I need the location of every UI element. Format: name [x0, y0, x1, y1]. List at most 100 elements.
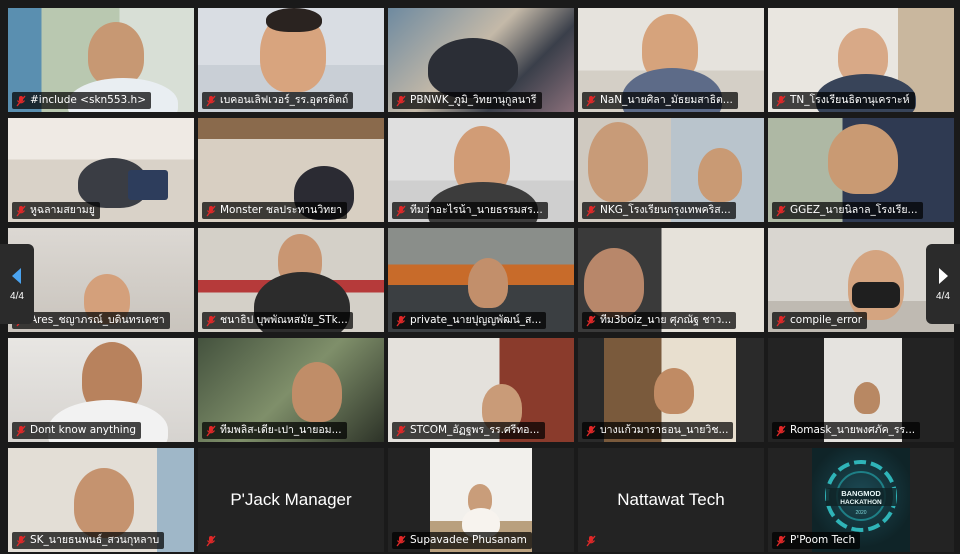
svg-text:2020: 2020 — [855, 510, 866, 516]
participant-name-tag: Monster ชลประทานวิทยา — [202, 202, 348, 219]
muted-mic-icon — [396, 315, 406, 326]
muted-mic-icon — [776, 315, 786, 326]
muted-mic-icon — [16, 205, 26, 216]
participant-name-tag: ทีมพลิส-เดีย-เปา_นายอม... — [202, 422, 347, 439]
muted-mic-icon — [586, 535, 596, 546]
participant-name-tag: หูฉลามสยามยู — [12, 202, 100, 219]
participant-tile[interactable]: BANGMOD HACKATHON 2020 P'Poom Tech — [768, 448, 954, 552]
muted-mic-icon — [16, 425, 26, 436]
participant-name-tag: compile_error — [772, 312, 868, 329]
laptop — [128, 170, 168, 200]
participant-face — [584, 248, 644, 318]
participant-tile[interactable]: Dont know anything — [8, 338, 194, 442]
participant-tile[interactable]: Monster ชลประทานวิทยา — [198, 118, 384, 222]
participant-tile[interactable]: P'Jack Manager — [198, 448, 384, 552]
participant-name: Ares_ชญาภรณ์_บดินทรเดชา — [30, 314, 165, 326]
participant-name: Monster ชลประทานวิทยา — [220, 204, 343, 216]
muted-mic-icon — [206, 205, 216, 216]
participant-name-tag: NaN_นายศิลา_มัธยมสาธิต... — [582, 92, 738, 109]
muted-mic-icon — [396, 425, 406, 436]
participant-name: PBNWK_ภูมิ_วิทยานุกูลนารี — [410, 94, 537, 106]
participant-name: Romask_นายพงศภัค_รร... — [790, 424, 916, 436]
participant-tile[interactable]: หูฉลามสยามยู — [8, 118, 194, 222]
participant-tile[interactable]: ทีมว่าอะไรน้า_นายธรรมสร... — [388, 118, 574, 222]
participant-name-tag: STCOM_อัฏฐพร_รร.ศรีทอ... — [392, 422, 545, 439]
participant-name-tag: private_นายปุญญพัฒน์_ส... — [392, 312, 547, 329]
participant-name-tag: PBNWK_ภูมิ_วิทยานุกูลนารี — [392, 92, 542, 109]
participant-tile[interactable]: ทีม3boiz_นาย ศุภณัฐ ชาว... — [578, 228, 764, 332]
muted-mic-icon — [396, 535, 406, 546]
participant-tile[interactable]: private_นายปุญญพัฒน์_ส... — [388, 228, 574, 332]
participant-face — [654, 368, 694, 414]
page-indicator: 4/4 — [10, 290, 24, 302]
participant-display-name: P'Jack Manager — [230, 490, 352, 509]
participant-tile[interactable]: #include <skn553.h> — [8, 8, 194, 112]
participant-name: SK_นายธนพนธ์_สวนกุหลาบ — [30, 534, 160, 546]
chevron-right-icon — [939, 267, 948, 284]
participant-tile[interactable]: GGEZ_นายนิลาล_โรงเรีย... — [768, 118, 954, 222]
participant-tile[interactable]: SK_นายธนพนธ์_สวนกุหลาบ — [8, 448, 194, 552]
participant-face — [292, 362, 342, 422]
participant-face — [468, 258, 508, 308]
participant-name-tag: เบคอนเลิฟเวอร์_รร.อุตรดิตถ์ — [202, 92, 354, 109]
participant-name: P'Poom Tech — [790, 534, 856, 546]
participant-tile[interactable]: PBNWK_ภูมิ_วิทยานุกูลนารี — [388, 8, 574, 112]
participant-tile[interactable]: บางแก้วมาราธอน_นายวิช... — [578, 338, 764, 442]
participant-face — [88, 22, 144, 86]
participant-tile[interactable]: Nattawat Tech — [578, 448, 764, 552]
participant-name: บางแก้วมาราธอน_นายวิช... — [600, 424, 729, 436]
participant-name: GGEZ_นายนิลาล_โรงเรีย... — [790, 204, 918, 216]
participant-face — [698, 148, 742, 202]
participant-name-tag: GGEZ_นายนิลาล_โรงเรีย... — [772, 202, 923, 219]
participant-face — [74, 468, 134, 538]
participant-name: Supavadee Phusanam — [410, 534, 527, 546]
participant-name-tag: #include <skn553.h> — [12, 92, 152, 109]
svg-text:BANGMOD: BANGMOD — [841, 489, 881, 498]
participant-body — [428, 38, 518, 98]
previous-page-button[interactable]: 4/4 — [0, 244, 34, 324]
svg-text:HACKATHON: HACKATHON — [840, 499, 882, 506]
participant-tile[interactable]: เบคอนเลิฟเวอร์_รร.อุตรดิตถ์ — [198, 8, 384, 112]
muted-mic-icon — [206, 425, 216, 436]
participant-name: private_นายปุญญพัฒน์_ส... — [410, 314, 542, 326]
participant-name: compile_error — [790, 314, 863, 326]
participant-name-tag: Dont know anything — [12, 422, 142, 439]
muted-mic-icon — [16, 535, 26, 546]
muted-mic-icon — [206, 315, 216, 326]
participant-name-tag: Supavadee Phusanam — [392, 532, 532, 549]
muted-mic-icon — [776, 425, 786, 436]
muted-mic-icon — [206, 95, 216, 106]
participant-name: STCOM_อัฏฐพร_รร.ศรีทอ... — [410, 424, 540, 436]
participant-name: หูฉลามสยามยู — [30, 204, 95, 216]
participant-hair — [266, 8, 322, 32]
participant-name-tag — [582, 532, 601, 549]
participant-tile[interactable]: Supavadee Phusanam — [388, 448, 574, 552]
face-mask — [852, 282, 900, 308]
muted-mic-icon — [16, 95, 26, 106]
participant-tile[interactable]: STCOM_อัฏฐพร_รร.ศรีทอ... — [388, 338, 574, 442]
participant-name: ทีม3boiz_นาย ศุภณัฐ ชาว... — [600, 314, 732, 326]
muted-mic-icon — [206, 535, 216, 546]
participant-tile[interactable]: TN_โรงเรียนธิดานุเคราะห์ — [768, 8, 954, 112]
muted-mic-icon — [586, 315, 596, 326]
participant-display-name: Nattawat Tech — [617, 490, 725, 509]
participant-name-tag: บางแก้วมาราธอน_นายวิช... — [582, 422, 734, 439]
muted-mic-icon — [776, 535, 786, 546]
participant-name: ทีมว่าอะไรน้า_นายธรรมสร... — [410, 204, 543, 216]
participant-name: Dont know anything — [30, 424, 137, 436]
participant-tile[interactable]: ทีมพลิส-เดีย-เปา_นายอม... — [198, 338, 384, 442]
participant-name-tag: Ares_ชญาภรณ์_บดินทรเดชา — [12, 312, 170, 329]
participant-tile[interactable]: ชนาธิป บุพพัณหสมัย_STk... — [198, 228, 384, 332]
participant-name: ทีมพลิส-เดีย-เปา_นายอม... — [220, 424, 342, 436]
participant-name-tag: NKG_โรงเรียนกรุงเทพคริส... — [582, 202, 736, 219]
participant-name-tag: ทีม3boiz_นาย ศุภณัฐ ชาว... — [582, 312, 737, 329]
participant-tile[interactable]: NaN_นายศิลา_มัธยมสาธิต... — [578, 8, 764, 112]
participant-tile[interactable]: Romask_นายพงศภัค_รร... — [768, 338, 954, 442]
participant-name: เบคอนเลิฟเวอร์_รร.อุตรดิตถ์ — [220, 94, 349, 106]
next-page-button[interactable]: 4/4 — [926, 244, 960, 324]
participant-face — [588, 122, 648, 202]
participant-tile[interactable]: Ares_ชญาภรณ์_บดินทรเดชา — [8, 228, 194, 332]
participant-tile[interactable]: NKG_โรงเรียนกรุงเทพคริส... — [578, 118, 764, 222]
muted-mic-icon — [586, 95, 596, 106]
participant-face — [828, 124, 898, 194]
